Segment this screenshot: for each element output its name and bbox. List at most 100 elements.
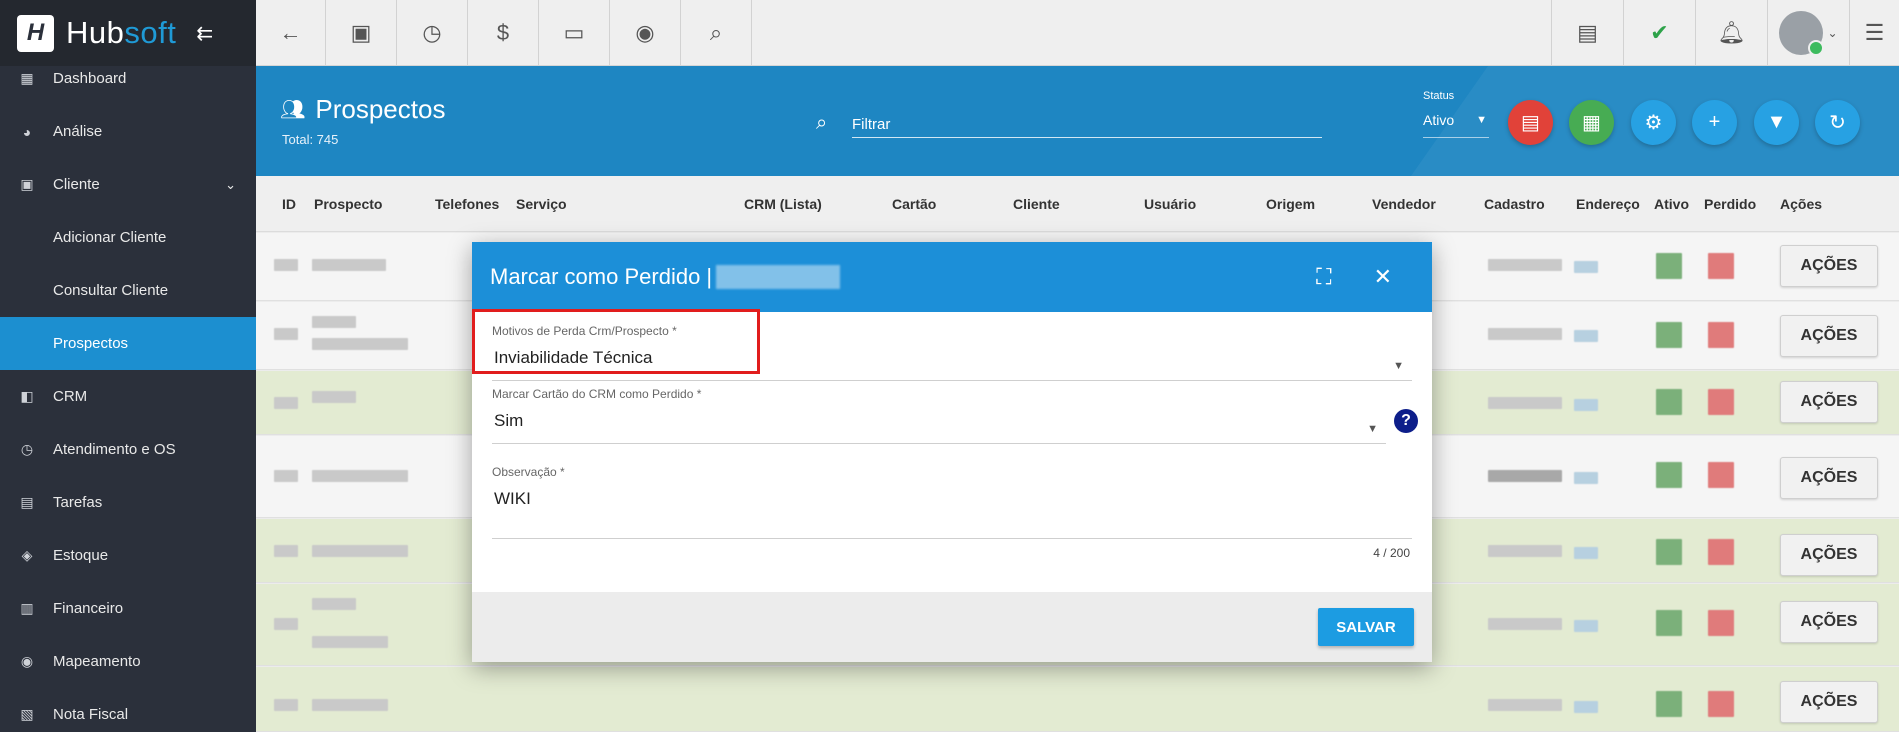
- ativo-indicator: [1656, 253, 1682, 279]
- fullscreen-icon[interactable]: ⛶: [1316, 264, 1331, 290]
- sidebar-item-label: Financeiro: [53, 600, 124, 617]
- redacted-cell: [1488, 470, 1562, 482]
- redacted-cell: [1488, 397, 1562, 409]
- col-perdido[interactable]: Perdido: [1704, 196, 1756, 212]
- field-value: Inviabilidade Técnica: [494, 348, 653, 367]
- terminal-button[interactable]: ▭: [539, 0, 610, 65]
- arrow-left-icon: ←: [279, 19, 302, 45]
- sidebar-item-dashboard[interactable]: ▦ Dashboard: [0, 52, 256, 105]
- settings-button[interactable]: ⚙: [1631, 100, 1676, 145]
- redacted-cell: [1574, 701, 1598, 713]
- perdido-indicator: [1708, 610, 1734, 636]
- sidebar-item-tarefas[interactable]: ▤ Tarefas: [0, 476, 256, 529]
- export-excel-button[interactable]: ▦: [1569, 100, 1614, 145]
- col-cliente[interactable]: Cliente: [1013, 196, 1060, 212]
- filter-input[interactable]: [852, 112, 1322, 138]
- pdf-doc-button[interactable]: ▤: [1551, 0, 1623, 65]
- redacted-cell: [1574, 620, 1598, 632]
- col-crm-lista[interactable]: CRM (Lista): [744, 196, 822, 212]
- collapse-icon[interactable]: ⇇: [196, 21, 213, 46]
- sidebar-item-financeiro[interactable]: ▥ Financeiro: [0, 582, 256, 635]
- status-value: Ativo: [1423, 112, 1455, 128]
- col-ativo[interactable]: Ativo: [1654, 196, 1689, 212]
- redacted-cell: [274, 397, 298, 409]
- col-telefones[interactable]: Telefones: [435, 196, 499, 212]
- chat-button[interactable]: ✔: [1623, 0, 1695, 65]
- redacted-cell: [1574, 472, 1598, 484]
- add-button[interactable]: +: [1692, 100, 1737, 145]
- search-icon: ⌕: [709, 19, 723, 45]
- page-title-text: Prospectos: [315, 94, 446, 124]
- close-icon[interactable]: ✕: [1374, 264, 1392, 290]
- table-row[interactable]: [256, 667, 1899, 732]
- redacted-cell: [1574, 261, 1598, 273]
- observacao-textarea[interactable]: WIKI: [492, 489, 1412, 509]
- sidebar-item-adicionar-cliente[interactable]: Adicionar Cliente: [0, 211, 256, 264]
- menu-button[interactable]: ☰: [1849, 0, 1899, 65]
- redacted-cell: [274, 470, 298, 482]
- search-button[interactable]: ⌕: [681, 0, 752, 65]
- sidebar-item-cliente[interactable]: ▣ Cliente ⌄: [0, 158, 256, 211]
- col-id[interactable]: ID: [282, 196, 296, 212]
- sidebar-item-crm[interactable]: ◧ CRM: [0, 370, 256, 423]
- redacted-cell: [274, 328, 298, 340]
- user-menu[interactable]: ⌄: [1767, 0, 1849, 65]
- brand-name: Hubsoft: [66, 15, 177, 50]
- dollar-icon: $: [496, 19, 510, 45]
- status-label: Status: [1423, 90, 1455, 102]
- marcar-cartao-field[interactable]: Marcar Cartão do CRM como Perdido * Sim …: [492, 387, 1418, 444]
- sidebar-item-prospectos[interactable]: Prospectos: [0, 317, 256, 370]
- view-button[interactable]: ◉: [610, 0, 681, 65]
- col-cartao[interactable]: Cartão: [892, 196, 936, 212]
- sidebar-item-label: Nota Fiscal: [53, 706, 129, 723]
- acoes-button[interactable]: AÇÕES: [1780, 457, 1878, 499]
- dialog-header-actions: ⛶ ✕: [1316, 264, 1392, 290]
- sidebar-item-mapeamento[interactable]: ◉ Mapeamento: [0, 635, 256, 688]
- sidebar-item-nota-fiscal[interactable]: ▧ Nota Fiscal: [0, 688, 256, 732]
- sidebar-item-label: Tarefas: [53, 494, 103, 511]
- col-prospecto[interactable]: Prospecto: [314, 196, 382, 212]
- col-endereco[interactable]: Endereço: [1576, 196, 1640, 212]
- col-acoes[interactable]: Ações: [1780, 196, 1822, 212]
- acoes-button[interactable]: AÇÕES: [1780, 681, 1878, 723]
- observacao-field[interactable]: Observação * WIKI: [492, 465, 1412, 539]
- status-select[interactable]: Ativo ▼: [1423, 112, 1489, 138]
- notifications-button[interactable]: 🔔︎: [1695, 0, 1767, 65]
- redacted-cell: [274, 545, 298, 557]
- acoes-button[interactable]: AÇÕES: [1780, 245, 1878, 287]
- sidebar-item-label: Dashboard: [53, 70, 127, 87]
- col-vendedor[interactable]: Vendedor: [1372, 196, 1436, 212]
- redacted-cell: [312, 316, 356, 328]
- export-pdf-button[interactable]: ▤: [1508, 100, 1553, 145]
- motivos-perda-field[interactable]: Motivos de Perda Crm/Prospecto * Inviabi…: [492, 324, 1412, 381]
- acoes-button[interactable]: AÇÕES: [1780, 601, 1878, 643]
- back-button[interactable]: ←: [256, 0, 326, 65]
- field-label: Motivos de Perda Crm/Prospecto *: [492, 324, 677, 338]
- bell-icon: 🔔︎: [1717, 19, 1746, 45]
- acoes-button[interactable]: AÇÕES: [1780, 315, 1878, 357]
- sidebar-item-consultar-cliente[interactable]: Consultar Cliente: [0, 264, 256, 317]
- users-icon: 👥︎: [280, 99, 306, 121]
- sidebar-item-estoque[interactable]: ◈ Estoque: [0, 529, 256, 582]
- schedule-button[interactable]: ◷: [397, 0, 468, 65]
- hubsoft-logo[interactable]: H: [17, 14, 54, 52]
- col-usuario[interactable]: Usuário: [1144, 196, 1196, 212]
- refresh-button[interactable]: ↻: [1815, 100, 1860, 145]
- acoes-button[interactable]: AÇÕES: [1780, 534, 1878, 576]
- sidebar-item-analise[interactable]: ◕ Análise: [0, 105, 256, 158]
- sidebar-item-atendimento[interactable]: ◷ Atendimento e OS: [0, 423, 256, 476]
- acoes-button[interactable]: AÇÕES: [1780, 381, 1878, 423]
- clients-button[interactable]: ▣: [326, 0, 397, 65]
- save-button[interactable]: SALVAR: [1318, 608, 1414, 646]
- filter-button[interactable]: ▼: [1754, 100, 1799, 145]
- col-origem[interactable]: Origem: [1266, 196, 1315, 212]
- col-servico[interactable]: Serviço: [516, 196, 567, 212]
- mark-lost-dialog: Marcar como Perdido | ⛶ ✕ Motivos de Per…: [472, 242, 1432, 662]
- finance-button[interactable]: $: [468, 0, 539, 65]
- help-icon[interactable]: ?: [1394, 409, 1418, 433]
- col-cadastro[interactable]: Cadastro: [1484, 196, 1545, 212]
- field-label: Marcar Cartão do CRM como Perdido *: [492, 387, 702, 401]
- tasks-icon: ▤: [20, 494, 34, 510]
- sidebar-item-label: Consultar Cliente: [53, 282, 169, 299]
- sidebar-item-label: Mapeamento: [53, 653, 141, 670]
